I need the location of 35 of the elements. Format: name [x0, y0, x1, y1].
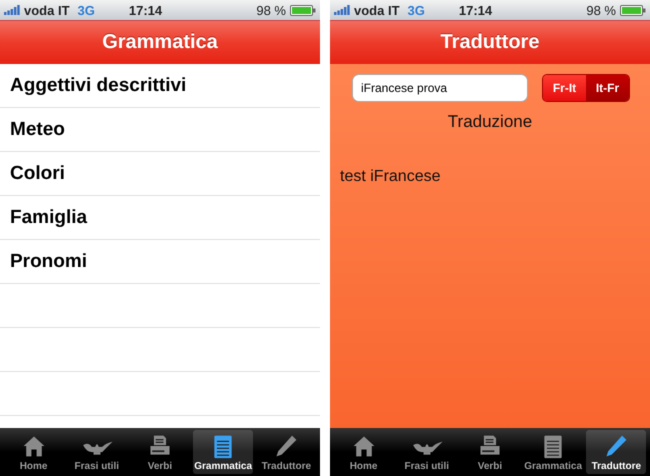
translation-result: test iFrancese [340, 168, 442, 186]
text-input-field[interactable]: iFrancese prova [352, 74, 528, 102]
tab-item[interactable]: Frasi utili [396, 430, 457, 474]
list-item[interactable]: Famiglia [0, 196, 320, 240]
list-item[interactable]: Colori [0, 152, 320, 196]
signal-icon [334, 5, 350, 15]
network-type: 3G [408, 2, 425, 18]
clock-time: 17:14 [128, 2, 164, 18]
list-item[interactable]: Aggettivi descrittivi [0, 64, 320, 108]
battery-icon [290, 4, 316, 16]
network-type: 3G [78, 2, 95, 18]
battery-percent: 98 % [586, 2, 616, 18]
battery-icon [620, 4, 646, 16]
tab-item[interactable]: Traduttore [256, 430, 316, 474]
tab-item[interactable]: Traduttore [586, 430, 646, 474]
direction-segment[interactable]: It-Fr [586, 75, 629, 101]
signal-icon [4, 5, 20, 15]
clock-time: 17:14 [458, 2, 494, 18]
list-item[interactable]: Meteo [0, 108, 320, 152]
carrier-name: voda IT [354, 2, 400, 18]
tab-item[interactable]: Verbi [130, 430, 190, 474]
screen-title: Traduttore [440, 31, 540, 54]
screen-title: Grammatica [102, 31, 218, 54]
carrier-name: voda IT [24, 2, 70, 18]
list-item[interactable]: Pronomi [0, 240, 320, 284]
tab-item[interactable]: Verbi [460, 430, 520, 474]
direction-control[interactable]: Fr-It It-Fr [542, 74, 630, 102]
direction-segment[interactable]: Fr-It [543, 75, 586, 101]
tab-item[interactable]: Home [334, 430, 394, 474]
tab-item[interactable]: Frasi utili [66, 430, 127, 474]
tab-item[interactable]: Grammatica [523, 430, 584, 474]
tab-item[interactable]: Home [4, 430, 64, 474]
translation-heading: Traduzione [446, 112, 534, 132]
battery-percent: 98 % [256, 2, 286, 18]
tab-item[interactable]: Grammatica [193, 430, 254, 474]
